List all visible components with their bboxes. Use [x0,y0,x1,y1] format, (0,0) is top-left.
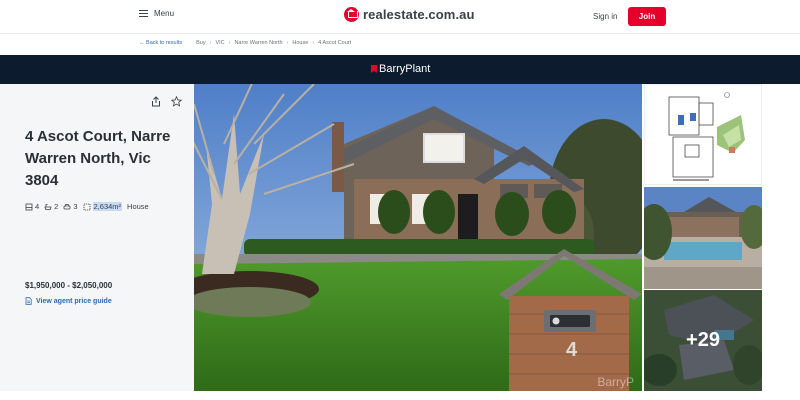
svg-text:4: 4 [566,339,578,361]
breadcrumb-item-suburb[interactable]: Narre Warren North [234,40,282,46]
bed-icon [25,203,33,210]
floorplan-image [645,85,761,184]
pool-photo-thumbnail[interactable] [644,187,762,289]
floorplan-thumbnail[interactable] [644,84,762,185]
join-button[interactable]: Join [628,7,666,26]
bath-icon [44,203,52,210]
agency-flag-icon [371,65,377,73]
pool-area-image [644,187,762,289]
house-logo-icon [344,7,359,22]
parking-count: 3 [73,202,78,211]
aerial-photo-thumbnail[interactable]: +29 [644,290,762,391]
breadcrumb-item-state[interactable]: VIC [215,40,224,46]
share-icon[interactable] [151,96,161,107]
property-address: 4 Ascot Court, Narre Warren North, Vic 3… [25,128,171,189]
breadcrumb-separator: › [286,40,289,46]
breadcrumb-item-current: 4 Ascot Court [318,40,352,46]
price-guide-label: View agent price guide [36,297,112,305]
breadcrumb-separator: › [209,40,212,46]
parking-feature: 3 [63,202,78,211]
breadcrumb: ← Back to results Buy › VIC › Narre Warr… [139,40,351,46]
hamburger-icon [139,10,148,18]
car-icon [63,203,71,209]
breadcrumb-item-buy[interactable]: Buy [196,40,205,46]
main-property-photo[interactable]: 4 BarryP [194,84,642,391]
site-logo[interactable]: realestate.com.au [344,7,475,22]
site-header: Menu realestate.com.au Sign in Join [0,0,800,34]
breadcrumb-separator: › [228,40,231,46]
bedrooms-feature: 4 [25,202,39,211]
view-price-guide-link[interactable]: View agent price guide [25,297,112,305]
price-range: $1,950,000 - $2,050,000 [25,281,113,290]
bathrooms-feature: 2 [44,202,58,211]
land-size-value: 2,634m² [92,202,123,211]
agency-logo[interactable]: BarryPlant [371,63,430,75]
sign-in-link[interactable]: Sign in [593,12,617,21]
more-photos-overlay[interactable]: +29 [644,290,762,391]
menu-label: Menu [154,9,175,18]
star-icon[interactable] [171,96,182,107]
breadcrumb-separator: › [312,40,315,46]
agency-banner: BarryPlant [0,55,800,84]
bedrooms-count: 4 [35,202,40,211]
agency-name: BarryPlant [379,63,431,75]
property-type: House [127,202,149,211]
house-exterior-image: 4 [194,84,642,391]
back-to-results-link[interactable]: ← Back to results [139,40,182,46]
listing-summary-panel: 4 Ascot Court, Narre Warren North, Vic 3… [0,84,194,391]
property-features: 4 2 3 2,634m² House [25,202,149,211]
menu-button[interactable]: Menu [139,9,174,18]
bathrooms-count: 2 [54,202,59,211]
land-size-feature: 2,634m² [83,202,123,211]
breadcrumb-item-type[interactable]: House [292,40,308,46]
land-icon [83,203,90,210]
price-guide-icon [25,297,32,305]
logo-text: realestate.com.au [363,7,475,22]
photo-watermark: BarryP [597,375,634,389]
